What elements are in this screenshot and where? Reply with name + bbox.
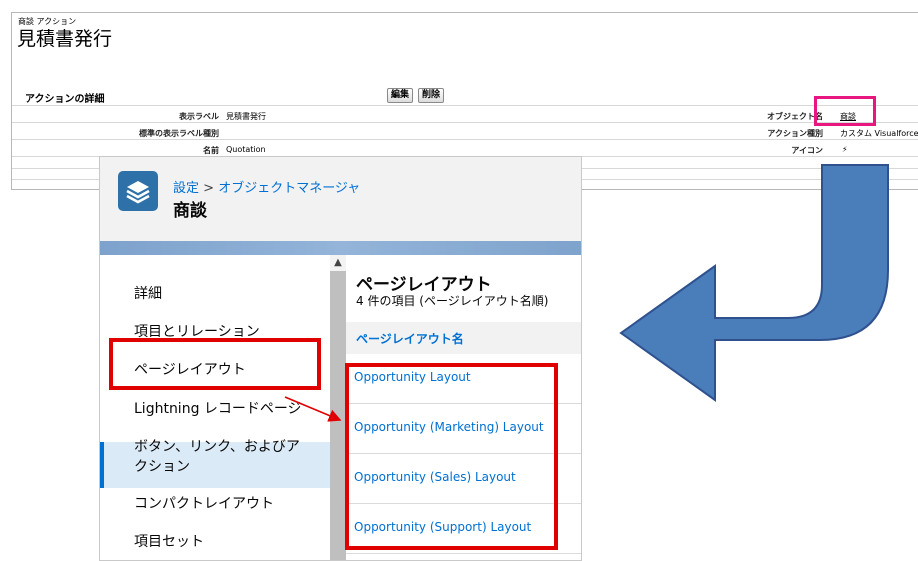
red-pointer-arrow	[284, 396, 342, 422]
curved-blue-arrow	[619, 164, 889, 402]
annotation-overlay	[284, 164, 889, 422]
